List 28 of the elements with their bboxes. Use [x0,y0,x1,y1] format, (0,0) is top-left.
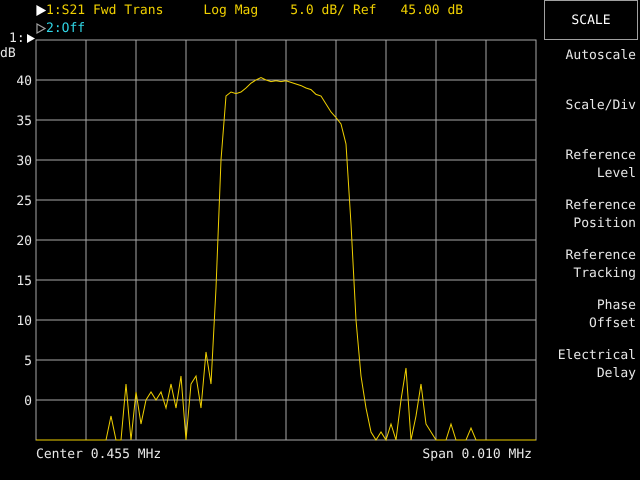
reference-label: Ref [353,3,376,18]
unit-label: dB [0,46,16,61]
channel-label: 1:S21 Fwd Trans [46,3,164,18]
center-frequency: Center 0.455 MHz [36,446,162,462]
softkey[interactable]: Reference Tracking [544,245,638,295]
softkey[interactable]: Phase Offset [544,295,638,345]
y-tick-label: 0 [24,394,32,409]
y-tick-label: 25 [16,194,32,209]
softkey[interactable]: Reference Level [544,145,638,195]
softkey[interactable]: Electrical Delay [544,345,638,395]
y-tick-label: 5 [24,354,32,369]
y-tick-label: 30 [16,154,32,169]
reference-value: 45.00 dB [400,3,464,18]
softkey[interactable]: Reference Position [544,195,638,245]
softkey[interactable]: Scale/Div [544,95,638,145]
y-tick-label: 20 [16,234,32,249]
y-tick-label: 40 [16,74,32,89]
channel-label: 2:Off [46,20,86,36]
scale-label: 5.0 dB/ [290,3,345,18]
span-frequency: Span 0.010 MHz [422,446,532,462]
format-label: Log Mag [203,3,258,18]
y-tick-label: 15 [16,274,32,289]
reference-marker-icon [27,34,35,43]
marker-label: 1: [9,32,25,46]
softkey[interactable]: Autoscale [544,45,638,95]
y-tick-label: 10 [16,314,32,329]
y-tick-label: 35 [16,114,32,129]
menu-title: SCALE [544,0,638,40]
